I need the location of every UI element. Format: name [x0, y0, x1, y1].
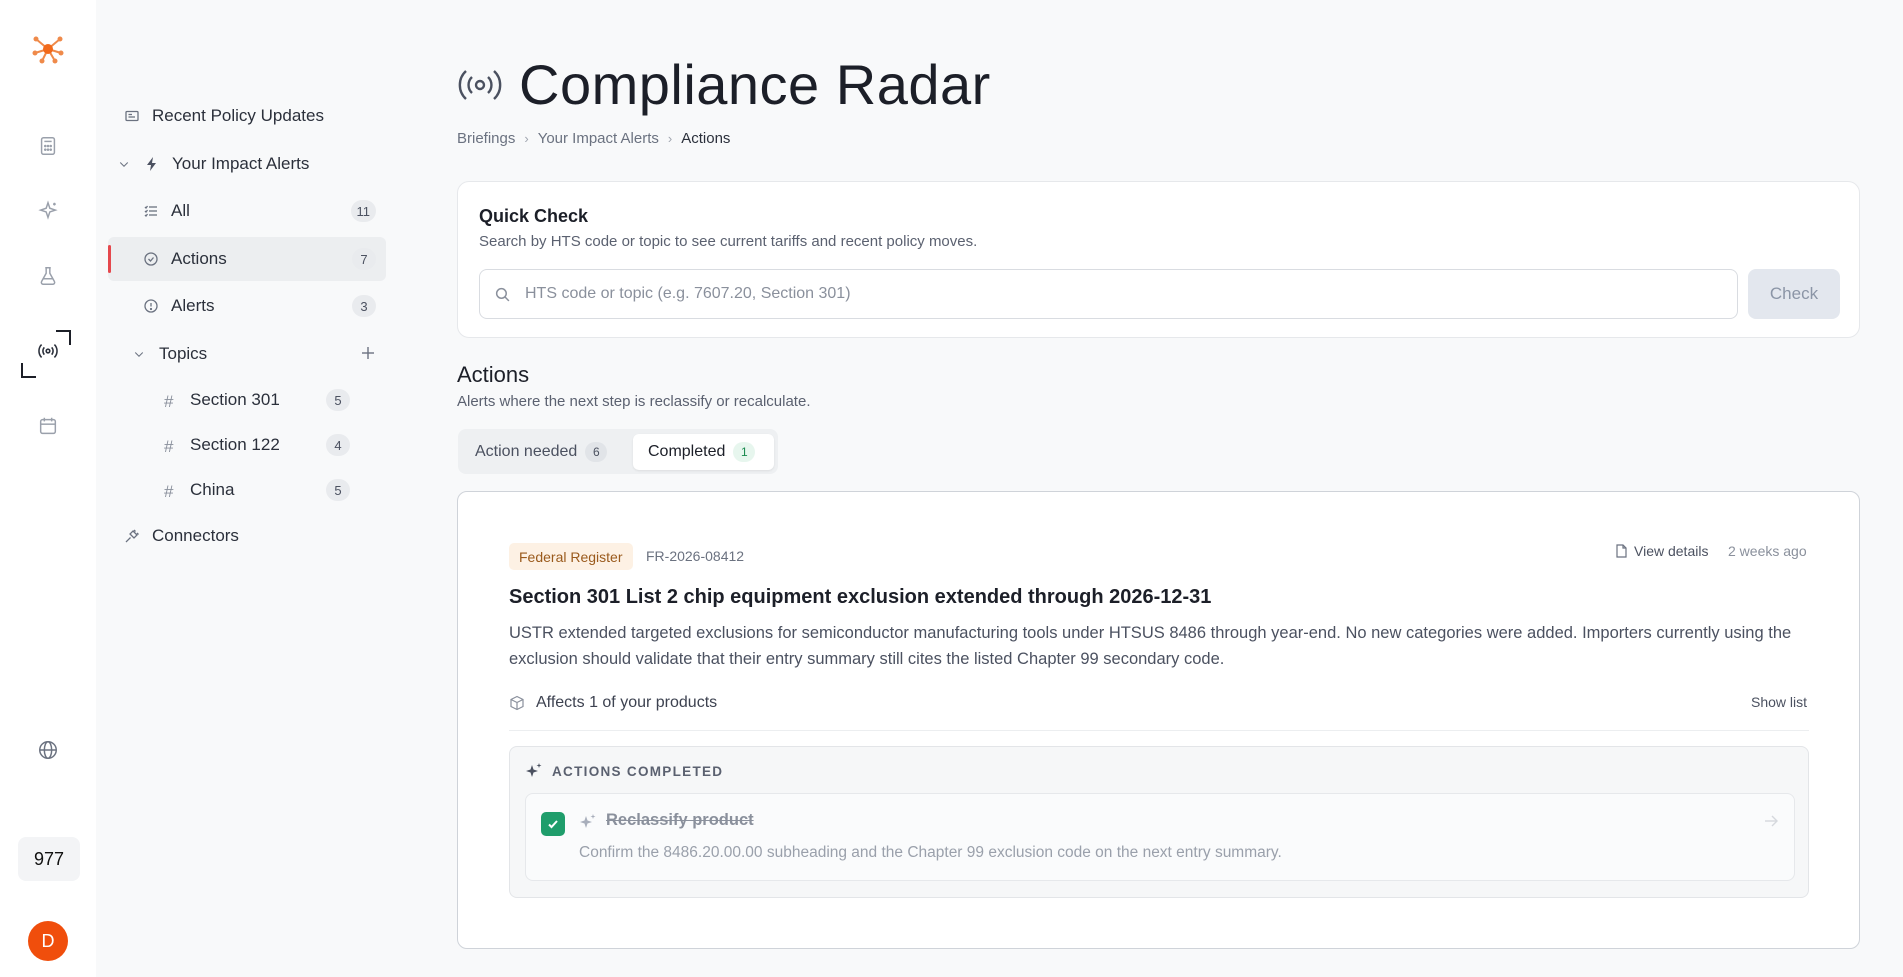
hash-icon: # — [164, 392, 174, 411]
action-description: Confirm the 8486.20.00.00 subheading and… — [579, 844, 1282, 861]
check-button[interactable]: Check — [1748, 269, 1840, 319]
tab-completed[interactable]: Completed 1 — [633, 434, 774, 470]
breadcrumb-item-briefings[interactable]: Briefings — [457, 130, 515, 147]
sidebar-item-label: Your Impact Alerts — [172, 154, 310, 173]
sidebar-item-alerts[interactable]: Alerts 3 — [108, 284, 386, 328]
search-icon — [495, 287, 510, 301]
count-badge: 5 — [326, 479, 350, 501]
radar-broadcast-icon — [458, 69, 502, 100]
search-input[interactable] — [525, 285, 1737, 303]
credits-counter: 977 — [18, 837, 80, 881]
sidebar-item-recent-policy-updates[interactable]: Recent Policy Updates — [124, 106, 324, 126]
sidebar-item-label: Connectors — [152, 526, 239, 545]
source-badge: Federal Register — [509, 543, 633, 570]
affects-label: Affects 1 of your products — [536, 694, 718, 711]
quick-check-card: Quick Check Search by HTS code or topic … — [457, 181, 1860, 338]
quick-check-subtitle: Search by HTS code or topic to see curre… — [479, 233, 978, 250]
calendar-icon[interactable] — [28, 406, 68, 446]
app-logo-icon[interactable] — [30, 31, 66, 67]
sidebar-item-label: Topics — [159, 344, 208, 363]
sidebar-item-label: Section 301 — [190, 390, 280, 409]
newspaper-icon — [124, 108, 140, 124]
tab-count: 1 — [733, 442, 756, 462]
timestamp: 2 weeks ago — [1728, 543, 1807, 559]
sidebar-item-label: China — [190, 480, 235, 499]
tabs: Action needed 6 Completed 1 — [458, 429, 778, 474]
count-badge: 11 — [350, 200, 376, 222]
globe-icon[interactable] — [28, 730, 68, 770]
plug-icon — [124, 528, 140, 544]
tab-action-needed[interactable]: Action needed 6 — [463, 434, 618, 470]
package-icon — [510, 695, 524, 711]
sidebar-item-label: Alerts — [171, 296, 215, 315]
completed-checkbox[interactable] — [541, 812, 565, 836]
hash-icon: # — [164, 482, 174, 501]
count-badge: 3 — [352, 295, 376, 317]
sparkles-icon[interactable] — [28, 191, 68, 231]
section-title: Actions — [457, 362, 530, 387]
chevron-down-icon[interactable] — [118, 156, 130, 172]
sidebar-item-actions[interactable]: Actions 7 — [108, 237, 386, 281]
sidebar-divider — [396, 0, 397, 977]
affects-products: Affects 1 of your products — [509, 694, 717, 712]
count-badge: 7 — [352, 248, 376, 270]
alert-body: USTR extended targeted exclusions for se… — [509, 624, 1792, 668]
alert-title: Section 301 List 2 chip equipment exclus… — [509, 586, 1212, 608]
page-title: Compliance Radar — [519, 53, 991, 116]
alert-circle-icon — [143, 298, 159, 314]
tab-label: Completed — [648, 443, 726, 460]
count-badge: 4 — [326, 434, 350, 456]
calculator-icon[interactable] — [28, 126, 68, 166]
sidebar-item-topic-section-122[interactable]: # Section 122 4 — [150, 423, 362, 467]
check-circle-icon — [143, 251, 159, 267]
alert-card[interactable]: Federal Register FR-2026-08412 View deta… — [457, 491, 1860, 949]
tab-label: Action needed — [475, 443, 578, 460]
avatar[interactable]: D — [28, 921, 68, 961]
tab-count: 6 — [585, 442, 608, 462]
chevron-right-icon: › — [524, 131, 529, 146]
view-details-link[interactable]: View details — [1615, 543, 1708, 559]
breadcrumb: Briefings › Your Impact Alerts › Actions — [457, 130, 730, 147]
actions-completed-header: ACTIONS COMPLETED — [525, 762, 723, 780]
document-icon — [1616, 544, 1627, 558]
breadcrumb-item-impact-alerts[interactable]: Your Impact Alerts — [538, 130, 659, 147]
chevron-right-icon: › — [667, 131, 673, 146]
sparkles-icon — [526, 763, 542, 777]
app-rail: 977 D — [0, 0, 96, 977]
view-details-label: View details — [1634, 543, 1709, 559]
sidebar-item-connectors[interactable]: Connectors — [124, 526, 239, 546]
sidebar-item-label: Recent Policy Updates — [152, 106, 324, 125]
page-header: Compliance Radar — [457, 52, 991, 117]
hash-icon: # — [164, 437, 174, 456]
arrow-right-icon[interactable] — [1762, 812, 1780, 830]
sidebar-item-topic-section-301[interactable]: # Section 301 5 — [150, 378, 362, 422]
show-list-link[interactable]: Show list — [1751, 694, 1807, 710]
sidebar-item-label: Section 122 — [190, 435, 280, 454]
sidebar-item-topics[interactable]: Topics — [133, 344, 207, 364]
section-subtitle: Alerts where the next step is reclassify… — [457, 393, 811, 410]
divider — [509, 730, 1809, 731]
sidebar-item-label: All — [171, 201, 190, 220]
list-icon — [143, 203, 159, 219]
sidebar-item-topic-china[interactable]: # China 5 — [150, 468, 362, 512]
lightning-icon — [144, 156, 160, 172]
breadcrumb-item-current: Actions — [681, 130, 731, 147]
flask-icon[interactable] — [28, 256, 68, 296]
sparkles-icon — [580, 814, 596, 828]
count-badge: 5 — [326, 389, 350, 411]
actions-completed-panel: ACTIONS COMPLETED Reclassify product Con… — [509, 746, 1809, 898]
document-id: FR-2026-08412 — [646, 548, 745, 564]
sidebar-item-all[interactable]: All 11 — [108, 189, 386, 233]
sidebar-item-your-impact-alerts[interactable]: Your Impact Alerts — [118, 154, 309, 174]
add-topic-icon[interactable] — [360, 345, 376, 361]
search-box[interactable] — [479, 269, 1738, 319]
check-icon — [548, 820, 558, 829]
action-item[interactable]: Reclassify product Confirm the 8486.20.0… — [525, 793, 1795, 881]
actions-completed-title: ACTIONS COMPLETED — [552, 763, 724, 779]
action-title: Reclassify product — [606, 811, 754, 829]
quick-check-title: Quick Check — [479, 206, 589, 226]
sidebar-item-label: Actions — [171, 249, 227, 268]
radar-broadcast-icon[interactable] — [28, 331, 68, 371]
chevron-down-icon[interactable] — [133, 346, 145, 362]
